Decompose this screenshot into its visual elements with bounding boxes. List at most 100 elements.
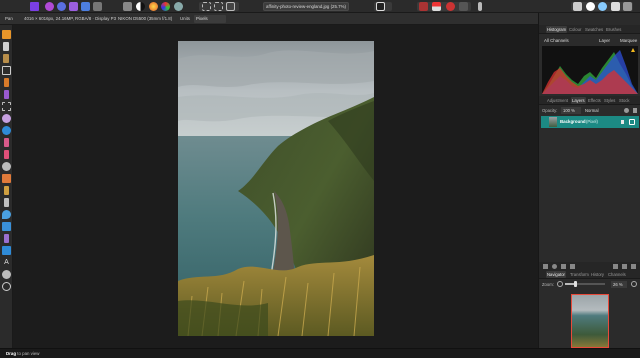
soft-proof-icon[interactable] — [446, 2, 455, 11]
marquee-select-icon[interactable] — [202, 2, 211, 11]
tab-channels[interactable]: Channels — [607, 271, 627, 278]
macros-icon[interactable] — [123, 2, 132, 11]
shape-tool-icon[interactable] — [2, 246, 11, 255]
brush-assistant-icon[interactable] — [478, 2, 482, 11]
camera-info-label: NIKON D5500 (35mm f/1.8) — [118, 16, 173, 21]
mask-overlay-icon[interactable] — [586, 2, 595, 11]
document-canvas[interactable] — [13, 25, 538, 348]
zoom-field[interactable]: 26 % — [611, 281, 627, 288]
document-image[interactable] — [178, 41, 374, 336]
channels-select[interactable]: All Channels — [544, 38, 569, 43]
blend-mode-select[interactable]: Normal — [585, 107, 615, 114]
view-tool-icon[interactable] — [2, 270, 11, 279]
app-logo-icon[interactable] — [30, 2, 39, 11]
invert-selection-icon[interactable] — [226, 2, 235, 11]
tab-navigator[interactable]: Navigator — [546, 271, 566, 278]
smudge-brush-icon[interactable] — [2, 222, 11, 231]
tab-layers[interactable]: Layers — [571, 97, 586, 104]
move-tool-icon[interactable] — [3, 42, 9, 51]
tab-swatches[interactable]: Swatches — [584, 26, 604, 33]
tab-stock[interactable]: Stock — [618, 97, 630, 104]
layer-row[interactable]: Background (Pixel) — [541, 116, 639, 128]
layer-adjustment-icon[interactable] — [561, 264, 566, 269]
marquee-option[interactable]: Marquee — [620, 38, 637, 43]
freehand-select-icon[interactable] — [2, 114, 11, 123]
tab-styles[interactable]: Styles — [603, 97, 616, 104]
status-action: Drag — [6, 351, 17, 356]
selection-brush-icon[interactable] — [4, 78, 9, 87]
zoom-in-icon[interactable] — [631, 281, 637, 287]
photo-persona-icon[interactable] — [45, 2, 54, 11]
liquify-persona-icon[interactable] — [57, 2, 66, 11]
auto-white-balance-icon[interactable] — [174, 2, 183, 11]
assistant-icon[interactable] — [611, 2, 620, 11]
pen-tool-icon[interactable] — [4, 234, 9, 243]
tab-history[interactable]: History — [590, 271, 605, 278]
flood-fill-icon[interactable] — [2, 126, 11, 135]
clone-brush-icon[interactable] — [2, 174, 11, 183]
colour-picker-icon[interactable] — [459, 2, 468, 11]
tools-panel: A — [0, 25, 13, 348]
marquee-tool-icon[interactable] — [2, 102, 11, 111]
inpainting-brush-icon[interactable] — [4, 198, 9, 207]
opacity-field[interactable]: 100 % — [561, 107, 581, 114]
dodge-brush-icon[interactable] — [2, 162, 11, 171]
select-all-icon[interactable] — [214, 2, 223, 11]
zoom-out-icon[interactable] — [557, 281, 563, 287]
navigator-viewport-frame[interactable] — [571, 294, 609, 348]
blemish-removal-icon[interactable] — [4, 186, 9, 195]
layer-new-icon[interactable] — [622, 264, 627, 269]
blur-brush-icon[interactable] — [2, 210, 11, 219]
quick-mask-icon[interactable] — [376, 2, 385, 11]
status-description: to pan view — [17, 351, 40, 356]
view-mode-icon[interactable] — [598, 2, 607, 11]
tab-colour[interactable]: Colour — [568, 26, 582, 33]
tab-transform[interactable]: Transform — [569, 271, 590, 278]
histogram-tabbar: Histogram Colour Swatches Brushes — [539, 25, 640, 34]
layer-fx-icon[interactable] — [570, 264, 575, 269]
layer-folder-icon[interactable] — [613, 264, 618, 269]
layer-lock-icon[interactable] — [621, 120, 624, 124]
histogram-graph — [542, 46, 638, 94]
zoom-slider-handle[interactable] — [573, 281, 577, 287]
tab-histogram[interactable]: Histogram — [546, 26, 568, 33]
settings-icon[interactable] — [623, 2, 632, 11]
lock-icon[interactable] — [633, 108, 637, 113]
tool-name-label: Pan — [5, 16, 13, 21]
tone-mapping-persona-icon[interactable] — [81, 2, 90, 11]
zoom-slider[interactable] — [565, 281, 605, 287]
paint-brush-icon[interactable] — [4, 138, 9, 147]
navigator-preview[interactable] — [571, 294, 609, 348]
tab-effects[interactable]: Effects — [587, 97, 602, 104]
tab-brushes[interactable]: Brushes — [605, 26, 622, 33]
rgb-icon[interactable] — [432, 2, 441, 11]
tab-adjustment[interactable]: Adjustment — [546, 97, 569, 104]
layer-visibility-checkbox[interactable] — [629, 119, 635, 125]
layer-type: (Pixel) — [586, 119, 598, 124]
text-tool-icon[interactable]: A — [2, 258, 11, 267]
layer-mask-icon[interactable] — [552, 264, 557, 269]
export-persona-icon[interactable] — [93, 2, 102, 11]
auto-levels-icon[interactable] — [136, 2, 145, 11]
layers-tabbar: Adjustment Layers Effects Styles Stock — [539, 96, 640, 105]
document-title[interactable]: affinity-photo-review-england.jpg (25.7%… — [263, 2, 349, 11]
flood-select-icon[interactable] — [4, 90, 9, 99]
colour-picker-tool-icon[interactable] — [3, 54, 9, 63]
develop-persona-icon[interactable] — [69, 2, 78, 11]
auto-colours-icon[interactable] — [161, 2, 170, 11]
refine-selection-icon[interactable] — [419, 2, 428, 11]
landscape-photo — [178, 41, 374, 336]
layer-add-icon[interactable] — [543, 264, 548, 269]
layer-options-icon[interactable] — [624, 108, 629, 113]
layer-option[interactable]: Layer — [599, 38, 610, 43]
zoom-tool-icon[interactable] — [2, 282, 11, 291]
zoom-label: Zoom: — [542, 282, 554, 287]
hand-tool-icon[interactable] — [2, 30, 11, 39]
layer-delete-icon[interactable] — [631, 264, 636, 269]
erase-brush-icon[interactable] — [4, 150, 9, 159]
auto-contrast-icon[interactable] — [149, 2, 158, 11]
units-select[interactable]: Pixels — [194, 15, 226, 23]
crop-tool-icon[interactable] — [2, 66, 11, 75]
image-info-label: 4016 × 6016px, 24.16MP, RGBA/8 · Display… — [24, 16, 117, 21]
snapping-icon[interactable] — [573, 2, 582, 11]
